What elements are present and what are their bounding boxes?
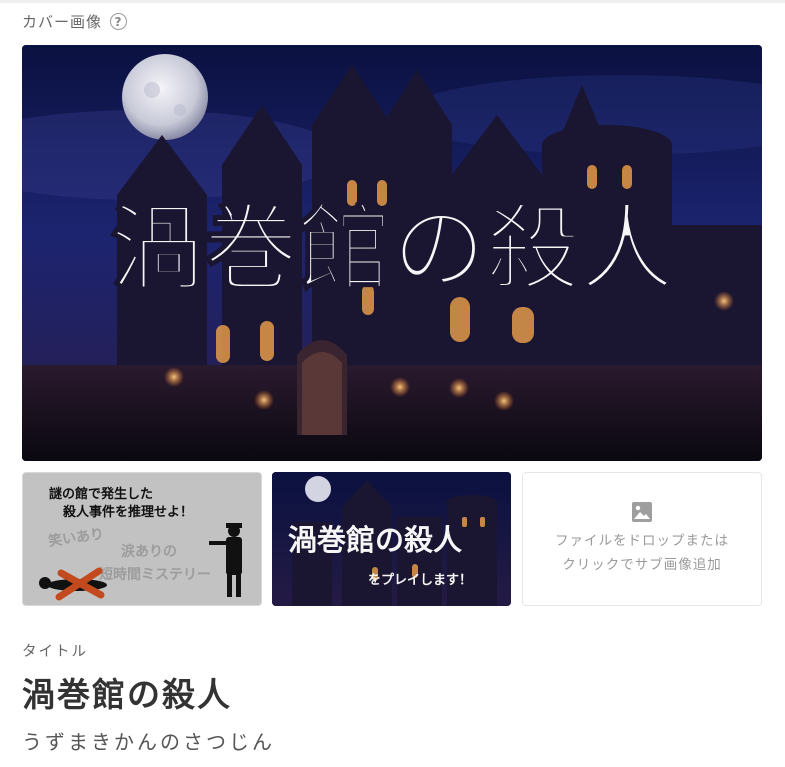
sub-image-2[interactable]: 渦巻館の殺人 をプレイします！ — [272, 472, 511, 606]
image-icon — [632, 502, 652, 522]
cover-section-label: カバー画像 ? — [22, 11, 128, 32]
question-circle-icon[interactable]: ? — [110, 13, 128, 30]
sub-image-1[interactable]: 謎の館で発生した 殺人事件を推理せよ！ 笑いあり 涙ありの 短時間ミステリー — [22, 472, 262, 606]
sub2-overlay-title: 渦巻館の殺人 — [288, 523, 462, 557]
cover-image[interactable]: 渦巻館の殺人 — [22, 45, 762, 461]
dropzone-line2: クリックでサブ画像追加 — [562, 557, 722, 573]
cover-illustration: 渦巻館の殺人 — [22, 45, 762, 461]
sub-image-2-illustration: 渦巻館の殺人 をプレイします！ — [272, 472, 511, 606]
sub1-text-line2: 殺人事件を推理せよ！ — [62, 504, 193, 520]
cover-overlay-title: 渦巻館の殺人 — [110, 195, 674, 304]
title-value[interactable]: 渦巻館の殺人 — [22, 668, 232, 716]
title-label: タイトル — [22, 644, 88, 660]
sub1-tag2: 涙ありの — [121, 543, 177, 560]
sub1-text-line1: 謎の館で発生した — [49, 486, 153, 502]
dropzone-line1: ファイルをドロップまたは — [555, 533, 729, 549]
sub2-overlay-subtitle: をプレイします！ — [368, 573, 472, 588]
cover-label-text: カバー画像 — [22, 13, 103, 31]
top-divider — [0, 0, 785, 3]
dropzone-instructions: ファイルをドロップまたは クリックでサブ画像追加 — [537, 529, 747, 577]
title-reading[interactable]: うずまきかんのさつじん — [22, 726, 275, 755]
sub1-tag3: 短時間ミステリー — [99, 566, 211, 583]
sub-image-dropzone[interactable]: ファイルをドロップまたは クリックでサブ画像追加 — [522, 472, 762, 606]
sub-image-1-illustration: 謎の館で発生した 殺人事件を推理せよ！ 笑いあり 涙ありの 短時間ミステリー — [23, 473, 261, 605]
